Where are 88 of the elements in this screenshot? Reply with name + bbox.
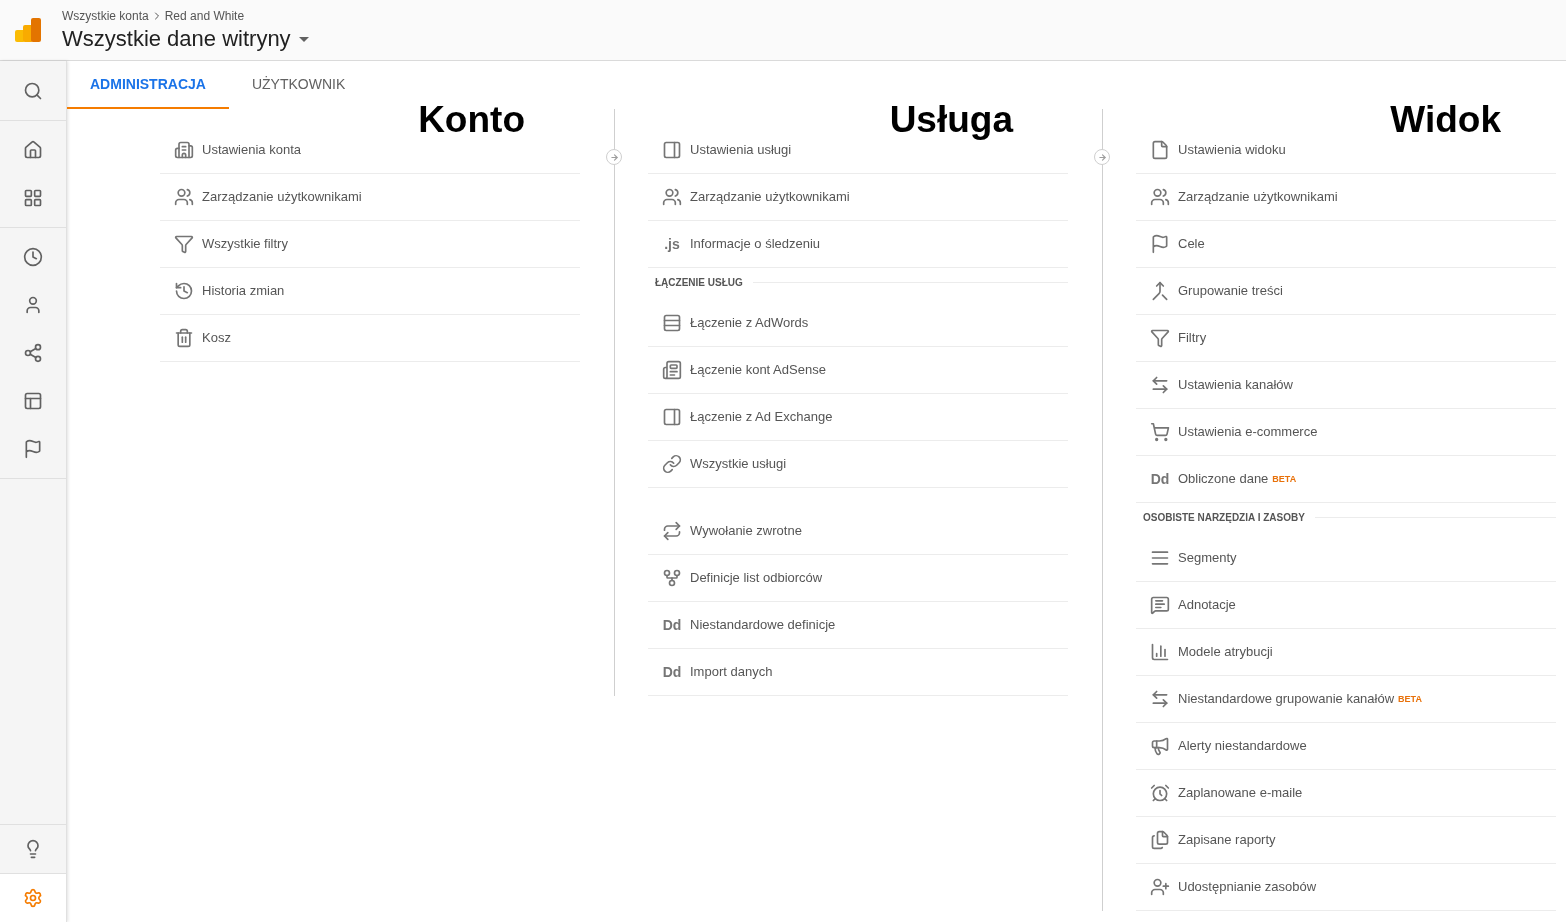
section-heading: OSOBISTE NARZĘDZIA I ZASOBY <box>1143 510 1305 525</box>
column-title: Usługa <box>889 101 1013 138</box>
tab[interactable]: ADMINISTRACJA <box>67 61 229 109</box>
menu-link[interactable]: Zaplanowane e-maile <box>1178 783 1303 803</box>
alarm-clock-icon <box>1150 783 1170 803</box>
menu-link[interactable]: Grupowanie treści <box>1178 281 1283 301</box>
users-icon <box>1150 187 1170 207</box>
caret-icon <box>298 36 309 42</box>
menu-link[interactable]: Udostępnianie zasobów <box>1178 877 1317 897</box>
text-icon: Dd <box>1150 468 1170 490</box>
layout-icon <box>23 391 43 411</box>
arrows-icon <box>662 521 682 541</box>
search-icon <box>23 81 43 101</box>
newspaper-icon <box>662 360 682 380</box>
arrows-icon <box>1150 689 1170 709</box>
menu-link[interactable]: Cele <box>1178 234 1205 254</box>
menu-link[interactable]: Ustawienia e-commerce <box>1178 422 1318 442</box>
grid-icon <box>23 188 43 208</box>
menu-link[interactable]: Łączenie z AdWords <box>690 313 809 333</box>
files-icon <box>1150 830 1170 850</box>
filter-icon <box>174 234 194 254</box>
settings-button[interactable] <box>0 874 66 922</box>
column-title: Widok <box>1390 101 1501 138</box>
tab[interactable]: UŻYTKOWNIK <box>228 61 369 109</box>
cart-icon <box>1150 422 1170 442</box>
settings-icon <box>23 888 43 908</box>
clock-icon <box>23 247 43 267</box>
menu-link[interactable]: Zarządzanie użytkownikami <box>1178 187 1338 207</box>
menu-link[interactable]: Zarządzanie użytkownikami <box>202 187 362 207</box>
comment-icon <box>1150 595 1170 615</box>
building-icon <box>174 140 194 160</box>
section-heading: ŁĄCZENIE USŁUG <box>655 275 743 290</box>
breadcrumb-link[interactable]: Red and White <box>164 7 245 26</box>
menu-link[interactable]: Ustawienia konta <box>202 140 301 160</box>
menu-link[interactable]: Definicje list odbiorców <box>690 568 823 588</box>
menu-link[interactable]: Modele atrybucji <box>1178 642 1273 662</box>
menu-link[interactable]: Wszystkie filtry <box>202 234 288 254</box>
users-icon <box>662 187 682 207</box>
beta-label: BETA <box>1398 693 1422 707</box>
menu-link[interactable]: Wszystkie usługi <box>690 454 787 474</box>
link-icon <box>662 454 682 474</box>
menu-link[interactable]: Niestandardowe definicje <box>690 615 836 635</box>
logo-icon <box>15 17 41 43</box>
segments-icon <box>1150 548 1170 568</box>
megaphone-icon <box>1150 736 1170 756</box>
menu-link[interactable]: Historia zmian <box>202 281 285 301</box>
text-icon: .js <box>664 233 680 255</box>
person-icon <box>23 295 43 315</box>
column-title: Konto <box>418 101 525 138</box>
branch-icon <box>23 343 43 363</box>
menu-link[interactable]: Filtry <box>1178 328 1207 348</box>
panel-icon <box>662 407 682 427</box>
menu-link[interactable]: Import danych <box>690 662 773 682</box>
split-icon <box>662 568 682 588</box>
file-icon <box>1150 140 1170 160</box>
menu-link[interactable]: Alerty niestandardowe <box>1178 736 1307 756</box>
menu-link[interactable]: Informacje o śledzeniu <box>690 234 821 254</box>
view-selector[interactable]: Wszystkie dane witryny <box>62 25 309 53</box>
breadcrumb-link[interactable]: Wszystkie konta <box>62 7 149 26</box>
bar-chart-icon <box>1150 642 1170 662</box>
menu-link[interactable]: Ustawienia kanałów <box>1178 375 1293 395</box>
history-icon <box>174 281 194 301</box>
menu-link[interactable]: Łączenie z Ad Exchange <box>690 407 833 427</box>
home-icon <box>23 140 43 160</box>
menu-link[interactable]: Ustawienia widoku <box>1178 140 1286 160</box>
menu-link[interactable]: Zarządzanie użytkownikami <box>690 187 850 207</box>
menu-link[interactable]: Niestandardowe grupowanie kanałów <box>1178 689 1395 709</box>
beta-label: BETA <box>1272 473 1297 487</box>
filter-icon <box>1150 328 1170 348</box>
trash-icon <box>174 328 194 348</box>
menu-link[interactable]: Łączenie kont AdSense <box>690 360 826 380</box>
flag-icon <box>1150 234 1170 254</box>
menu-link[interactable]: Obliczone dane <box>1178 469 1269 489</box>
menu-link[interactable]: Segmenty <box>1178 548 1237 568</box>
menu-link[interactable]: Kosz <box>202 328 231 348</box>
merge-icon <box>1150 281 1170 301</box>
menu-link[interactable]: Wywołanie zwrotne <box>690 521 802 541</box>
arrows-icon <box>1150 375 1170 395</box>
panel-icon <box>662 140 682 160</box>
menu-link[interactable]: Zapisane raporty <box>1178 830 1276 850</box>
add-user-icon <box>1150 877 1170 897</box>
text-icon: Dd <box>662 661 682 683</box>
lines-icon <box>662 313 682 333</box>
flag-icon <box>23 439 43 459</box>
menu-link[interactable]: Adnotacje <box>1178 595 1236 615</box>
users-icon <box>174 187 194 207</box>
text-icon: Dd <box>662 614 682 636</box>
menu-link[interactable]: Ustawienia usługi <box>690 140 792 160</box>
